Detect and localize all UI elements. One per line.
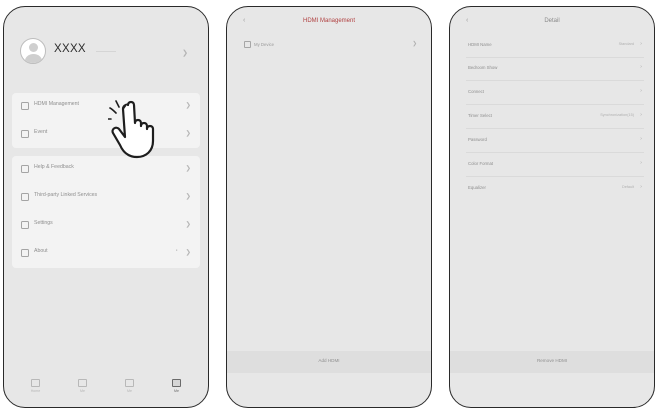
device-icon	[125, 379, 134, 387]
divider	[466, 152, 644, 153]
device-label: My Device	[254, 42, 275, 47]
menu-item-label: HDMI Management	[34, 101, 79, 107]
setting-label: Equalizer	[468, 185, 486, 190]
setting-row-color-format[interactable]: Color Format ›	[468, 160, 642, 173]
tab-label: Me	[174, 389, 179, 393]
info-icon	[21, 249, 29, 257]
tab-second[interactable]: Me	[65, 379, 101, 393]
divider	[466, 128, 644, 129]
setting-value: Standard	[618, 42, 634, 46]
chevron-right-icon: ›	[640, 160, 642, 166]
divider	[466, 104, 644, 105]
setting-row-hdmi-name[interactable]: HDMI Name Standard ›	[468, 41, 642, 54]
gear-icon	[21, 221, 29, 229]
home-icon	[31, 379, 40, 387]
menu-item-label: Help & Feedback	[34, 164, 74, 170]
username-underline	[96, 51, 116, 52]
hdmi-icon	[244, 41, 251, 48]
tab-third[interactable]: Me	[112, 379, 148, 393]
setting-label: HDMI Name	[468, 42, 492, 47]
menu-item-about[interactable]: About · ❯	[12, 240, 200, 266]
user-icon	[172, 379, 181, 387]
menu-item-label: Third-party Linked Services	[34, 192, 98, 198]
chevron-right-icon: ›	[640, 64, 642, 70]
setting-label: Color Format	[468, 161, 494, 166]
chevron-right-icon: ❯	[412, 41, 417, 47]
divider	[466, 57, 644, 58]
chevron-right-icon: ❯	[185, 165, 191, 172]
phone-hdmi-management-screen: ‹ HDMI Management My Device ❯ Add HDMI	[226, 6, 432, 408]
hdmi-icon	[21, 102, 29, 110]
menu-item-label: Settings	[34, 220, 53, 226]
setting-label: Password	[468, 137, 487, 142]
tab-label: Me	[127, 389, 132, 393]
page-title: HDMI Management	[302, 18, 356, 24]
phone-me-screen: XXXX ❯ HDMI Management ❯ Event ❯ Help & …	[3, 6, 209, 408]
notification-badge: ·	[175, 247, 178, 254]
setting-label: Connect	[468, 89, 485, 94]
chevron-right-icon: ❯	[185, 193, 191, 200]
chevron-right-icon: ›	[640, 136, 642, 142]
username: XXXX	[54, 43, 86, 55]
avatar-icon[interactable]	[20, 38, 46, 64]
tap-hand-icon	[108, 100, 155, 159]
profile-header[interactable]: XXXX ❯	[4, 7, 208, 79]
setting-label: Timer Select	[468, 113, 492, 118]
menu-card-general: Help & Feedback ❯ Third-party Linked Ser…	[12, 156, 200, 268]
tab-me[interactable]: Me	[159, 379, 195, 393]
menu-item-third-party[interactable]: Third-party Linked Services ❯	[12, 184, 200, 210]
setting-row-password[interactable]: Password ›	[468, 136, 642, 149]
link-icon	[21, 193, 29, 201]
chevron-right-icon: ❯	[185, 130, 191, 137]
chevron-right-icon: ❯	[185, 221, 191, 228]
setting-row-equalizer[interactable]: Equalizer Default ›	[468, 184, 642, 197]
chevron-right-icon: ❯	[185, 102, 191, 109]
chevron-right-icon: ›	[640, 184, 642, 190]
setting-value: Synchronization(15)	[600, 113, 634, 117]
chevron-right-icon: ›	[640, 112, 642, 118]
add-hdmi-label: Add HDMI	[318, 358, 340, 363]
tab-home[interactable]: Home	[18, 379, 54, 393]
remove-hdmi-label: Remove HDMI	[536, 358, 568, 363]
chevron-right-icon: ❯	[185, 249, 191, 256]
setting-row-connect[interactable]: Connect ›	[468, 88, 642, 101]
scene-icon	[78, 379, 87, 387]
menu-item-label: Event	[34, 129, 48, 135]
divider	[466, 80, 644, 81]
remove-hdmi-button[interactable]: Remove HDMI	[450, 351, 654, 373]
event-icon	[21, 130, 29, 138]
add-hdmi-button[interactable]: Add HDMI	[227, 351, 431, 373]
chevron-right-icon: ❯	[182, 50, 188, 57]
chevron-right-icon: ›	[640, 88, 642, 94]
phone-detail-screen: ‹ Detail HDMI Name Standard › Bedroom Sh…	[449, 6, 655, 408]
setting-value: Default	[621, 185, 634, 189]
setting-row-bedroom-show[interactable]: Bedroom Show ›	[468, 64, 642, 77]
tab-label: Home	[30, 389, 41, 393]
tab-label: Me	[80, 389, 85, 393]
page-title: Detail	[544, 18, 560, 24]
setting-row-timer-select[interactable]: Timer Select Synchronization(15) ›	[468, 112, 642, 125]
setting-label: Bedroom Show	[468, 65, 498, 70]
divider	[466, 176, 644, 177]
menu-item-settings[interactable]: Settings ❯	[12, 212, 200, 238]
menu-item-label: About	[34, 248, 48, 254]
tab-bar: Home Me Me Me	[4, 379, 208, 407]
help-icon	[21, 165, 29, 173]
chevron-right-icon: ›	[640, 41, 642, 47]
